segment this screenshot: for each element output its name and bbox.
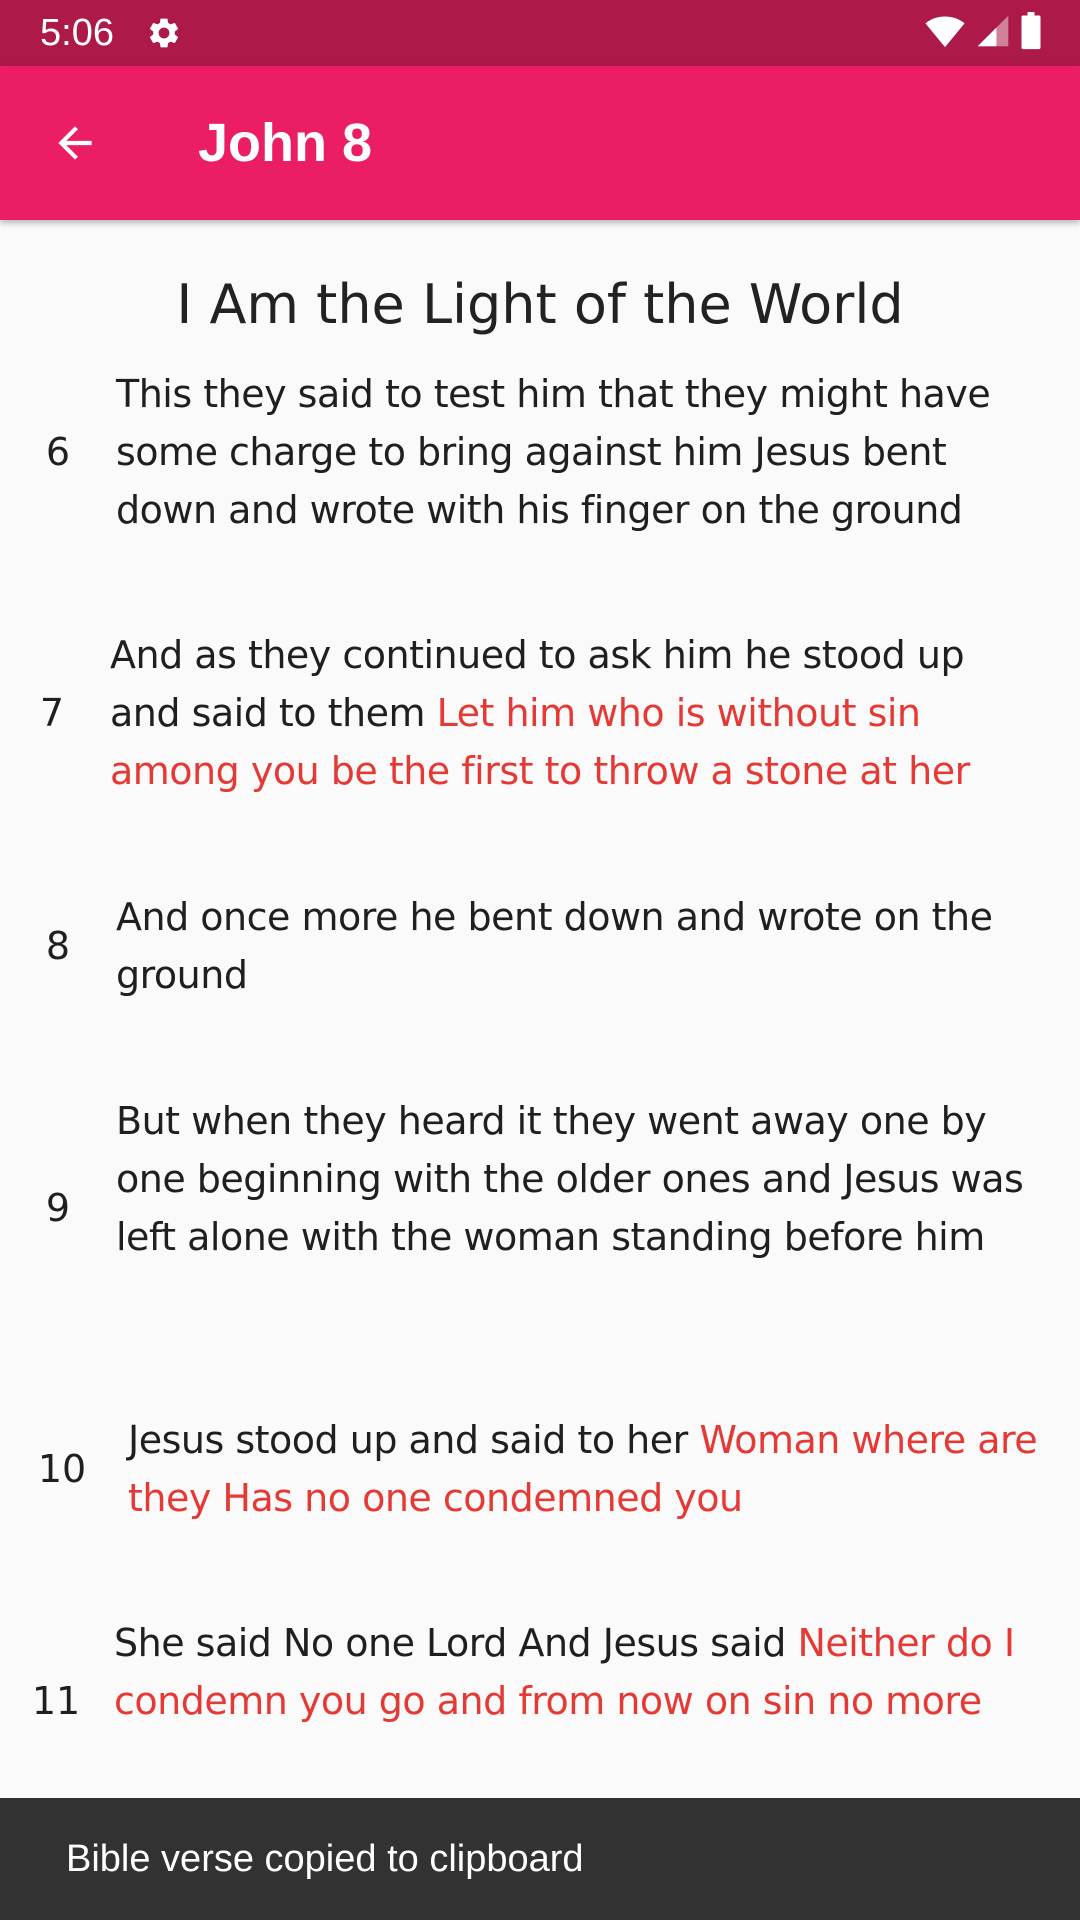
snackbar: Bible verse copied to clipboard: [0, 1798, 1080, 1920]
verse-plain-text: And once more he bent down and wrote on …: [116, 895, 993, 997]
verse-text: And as they continued to ask him he stoo…: [110, 626, 1030, 800]
verse-6[interactable]: 6 This they said to test him that they m…: [0, 365, 1080, 540]
verse-text: This they said to test him that they mig…: [116, 365, 1036, 539]
settings-gear-icon: [146, 15, 182, 51]
verse-text: Jesus stood up and said to her Woman whe…: [128, 1411, 1038, 1527]
arrow-back-icon: [58, 126, 92, 160]
section-heading: I Am the Light of the World: [176, 273, 904, 336]
verse-text: And once more he bent down and wrote on …: [116, 888, 1036, 1004]
verse-number: 10: [37, 1447, 87, 1491]
verse-number: 7: [39, 691, 65, 735]
status-bar: 5:06: [0, 0, 1080, 66]
verse-plain-text: This they said to test him that they mig…: [116, 372, 991, 532]
verse-plain-text: She said No one Lord And Jesus said: [114, 1621, 798, 1665]
chapter-content[interactable]: I Am the Light of the World 6 This they …: [0, 220, 1080, 1798]
verse-number: 11: [31, 1679, 81, 1723]
verse-7[interactable]: 7 And as they continued to ask him he st…: [0, 626, 1080, 801]
verse-plain-text: But when they heard it they went away on…: [116, 1099, 1024, 1259]
verse-8[interactable]: 8 And once more he bent down and wrote o…: [0, 888, 1080, 1004]
back-button[interactable]: [40, 111, 110, 175]
verse-number: 6: [45, 430, 71, 474]
verse-text: But when they heard it they went away on…: [116, 1092, 1036, 1266]
status-time: 5:06: [40, 12, 114, 54]
verse-9[interactable]: 9 But when they heard it they went away …: [0, 1092, 1080, 1324]
status-icons: [924, 11, 1042, 55]
verse-number: 8: [45, 924, 71, 968]
app-bar: John 8: [0, 66, 1080, 220]
battery-icon: [1020, 11, 1042, 55]
verse-number: 9: [45, 1186, 71, 1230]
verse-plain-text: Jesus stood up and said to her: [128, 1418, 700, 1462]
page-title: John 8: [198, 113, 373, 173]
wifi-icon: [924, 14, 966, 53]
verse-11[interactable]: 11 She said No one Lord And Jesus said N…: [0, 1614, 1080, 1789]
cellular-signal-icon: [976, 14, 1010, 53]
snackbar-message: Bible verse copied to clipboard: [66, 1838, 584, 1880]
verse-text: She said No one Lord And Jesus said Neit…: [114, 1614, 1042, 1730]
verse-10[interactable]: 10 Jesus stood up and said to her Woman …: [0, 1411, 1080, 1527]
